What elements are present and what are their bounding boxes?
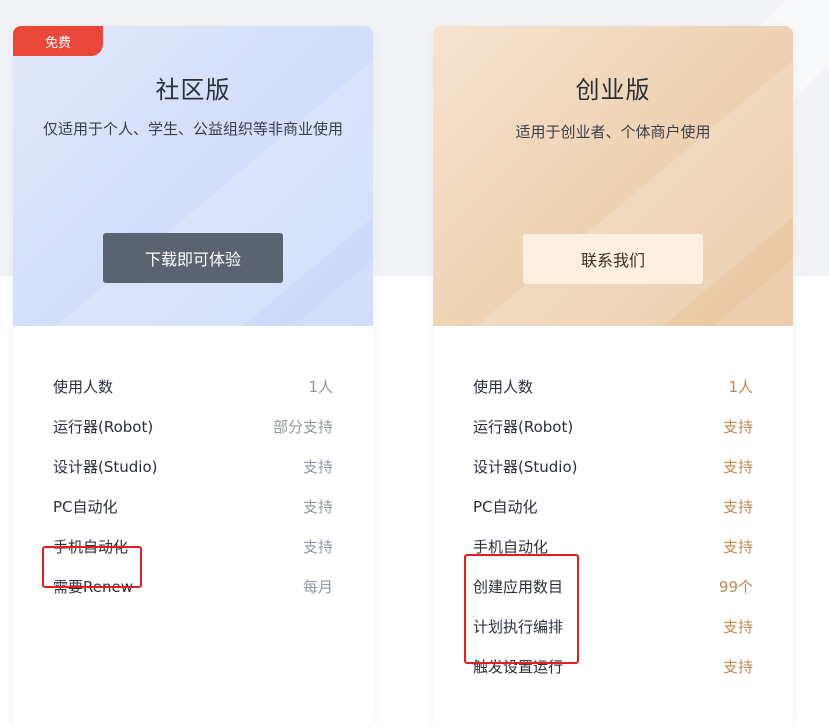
feature-value: 每月 bbox=[302, 577, 333, 596]
plan-description: 仅适用于个人、学生、公益组织等非商业使用 bbox=[42, 120, 343, 138]
feature-value: 支持 bbox=[722, 537, 753, 556]
feature-row: PC自动化 支持 bbox=[473, 486, 753, 526]
feature-row: PC自动化 支持 bbox=[53, 486, 333, 526]
feature-value: 支持 bbox=[302, 457, 333, 476]
feature-label: 使用人数 bbox=[473, 377, 534, 396]
plan-card-header: 创业版 适用于创业者、个体商户使用 联系我们 bbox=[433, 26, 793, 326]
plan-title: 创业版 bbox=[575, 76, 651, 104]
feature-value: 支持 bbox=[722, 617, 753, 636]
feature-value: 支持 bbox=[722, 457, 753, 476]
feature-row: 使用人数 1人 bbox=[53, 366, 333, 406]
feature-label: PC自动化 bbox=[473, 497, 538, 516]
feature-value: 1人 bbox=[308, 377, 333, 396]
feature-label: 设计器(Studio) bbox=[473, 457, 578, 476]
feature-label: PC自动化 bbox=[53, 497, 118, 516]
highlight-box-renew bbox=[42, 546, 142, 588]
feature-label: 使用人数 bbox=[53, 377, 114, 396]
plan-card-header: 免费 社区版 仅适用于个人、学生、公益组织等非商业使用 下载即可体验 bbox=[13, 26, 373, 326]
feature-row: 设计器(Studio) 支持 bbox=[473, 446, 753, 486]
feature-value: 支持 bbox=[722, 657, 753, 676]
feature-row: 运行器(Robot) 部分支持 bbox=[53, 406, 333, 446]
feature-value: 支持 bbox=[722, 417, 753, 436]
feature-value: 1人 bbox=[728, 377, 753, 396]
feature-label: 设计器(Studio) bbox=[53, 457, 158, 476]
highlight-box-startup-features bbox=[464, 554, 579, 664]
plan-title: 社区版 bbox=[155, 76, 231, 104]
contact-us-button[interactable]: 联系我们 bbox=[523, 234, 703, 284]
feature-row: 设计器(Studio) 支持 bbox=[53, 446, 333, 486]
feature-value: 支持 bbox=[302, 497, 333, 516]
feature-row: 运行器(Robot) 支持 bbox=[473, 406, 753, 446]
download-button[interactable]: 下载即可体验 bbox=[103, 233, 283, 283]
feature-value: 部分支持 bbox=[272, 417, 333, 436]
feature-value: 支持 bbox=[722, 497, 753, 516]
plan-description: 适用于创业者、个体商户使用 bbox=[515, 123, 711, 141]
feature-value: 99个 bbox=[718, 577, 753, 596]
feature-value: 支持 bbox=[302, 537, 333, 556]
free-badge: 免费 bbox=[13, 26, 103, 56]
feature-label: 运行器(Robot) bbox=[473, 417, 574, 436]
feature-row: 使用人数 1人 bbox=[473, 366, 753, 406]
plan-card-community: 免费 社区版 仅适用于个人、学生、公益组织等非商业使用 下载即可体验 使用人数 … bbox=[13, 26, 373, 726]
feature-label: 运行器(Robot) bbox=[53, 417, 154, 436]
